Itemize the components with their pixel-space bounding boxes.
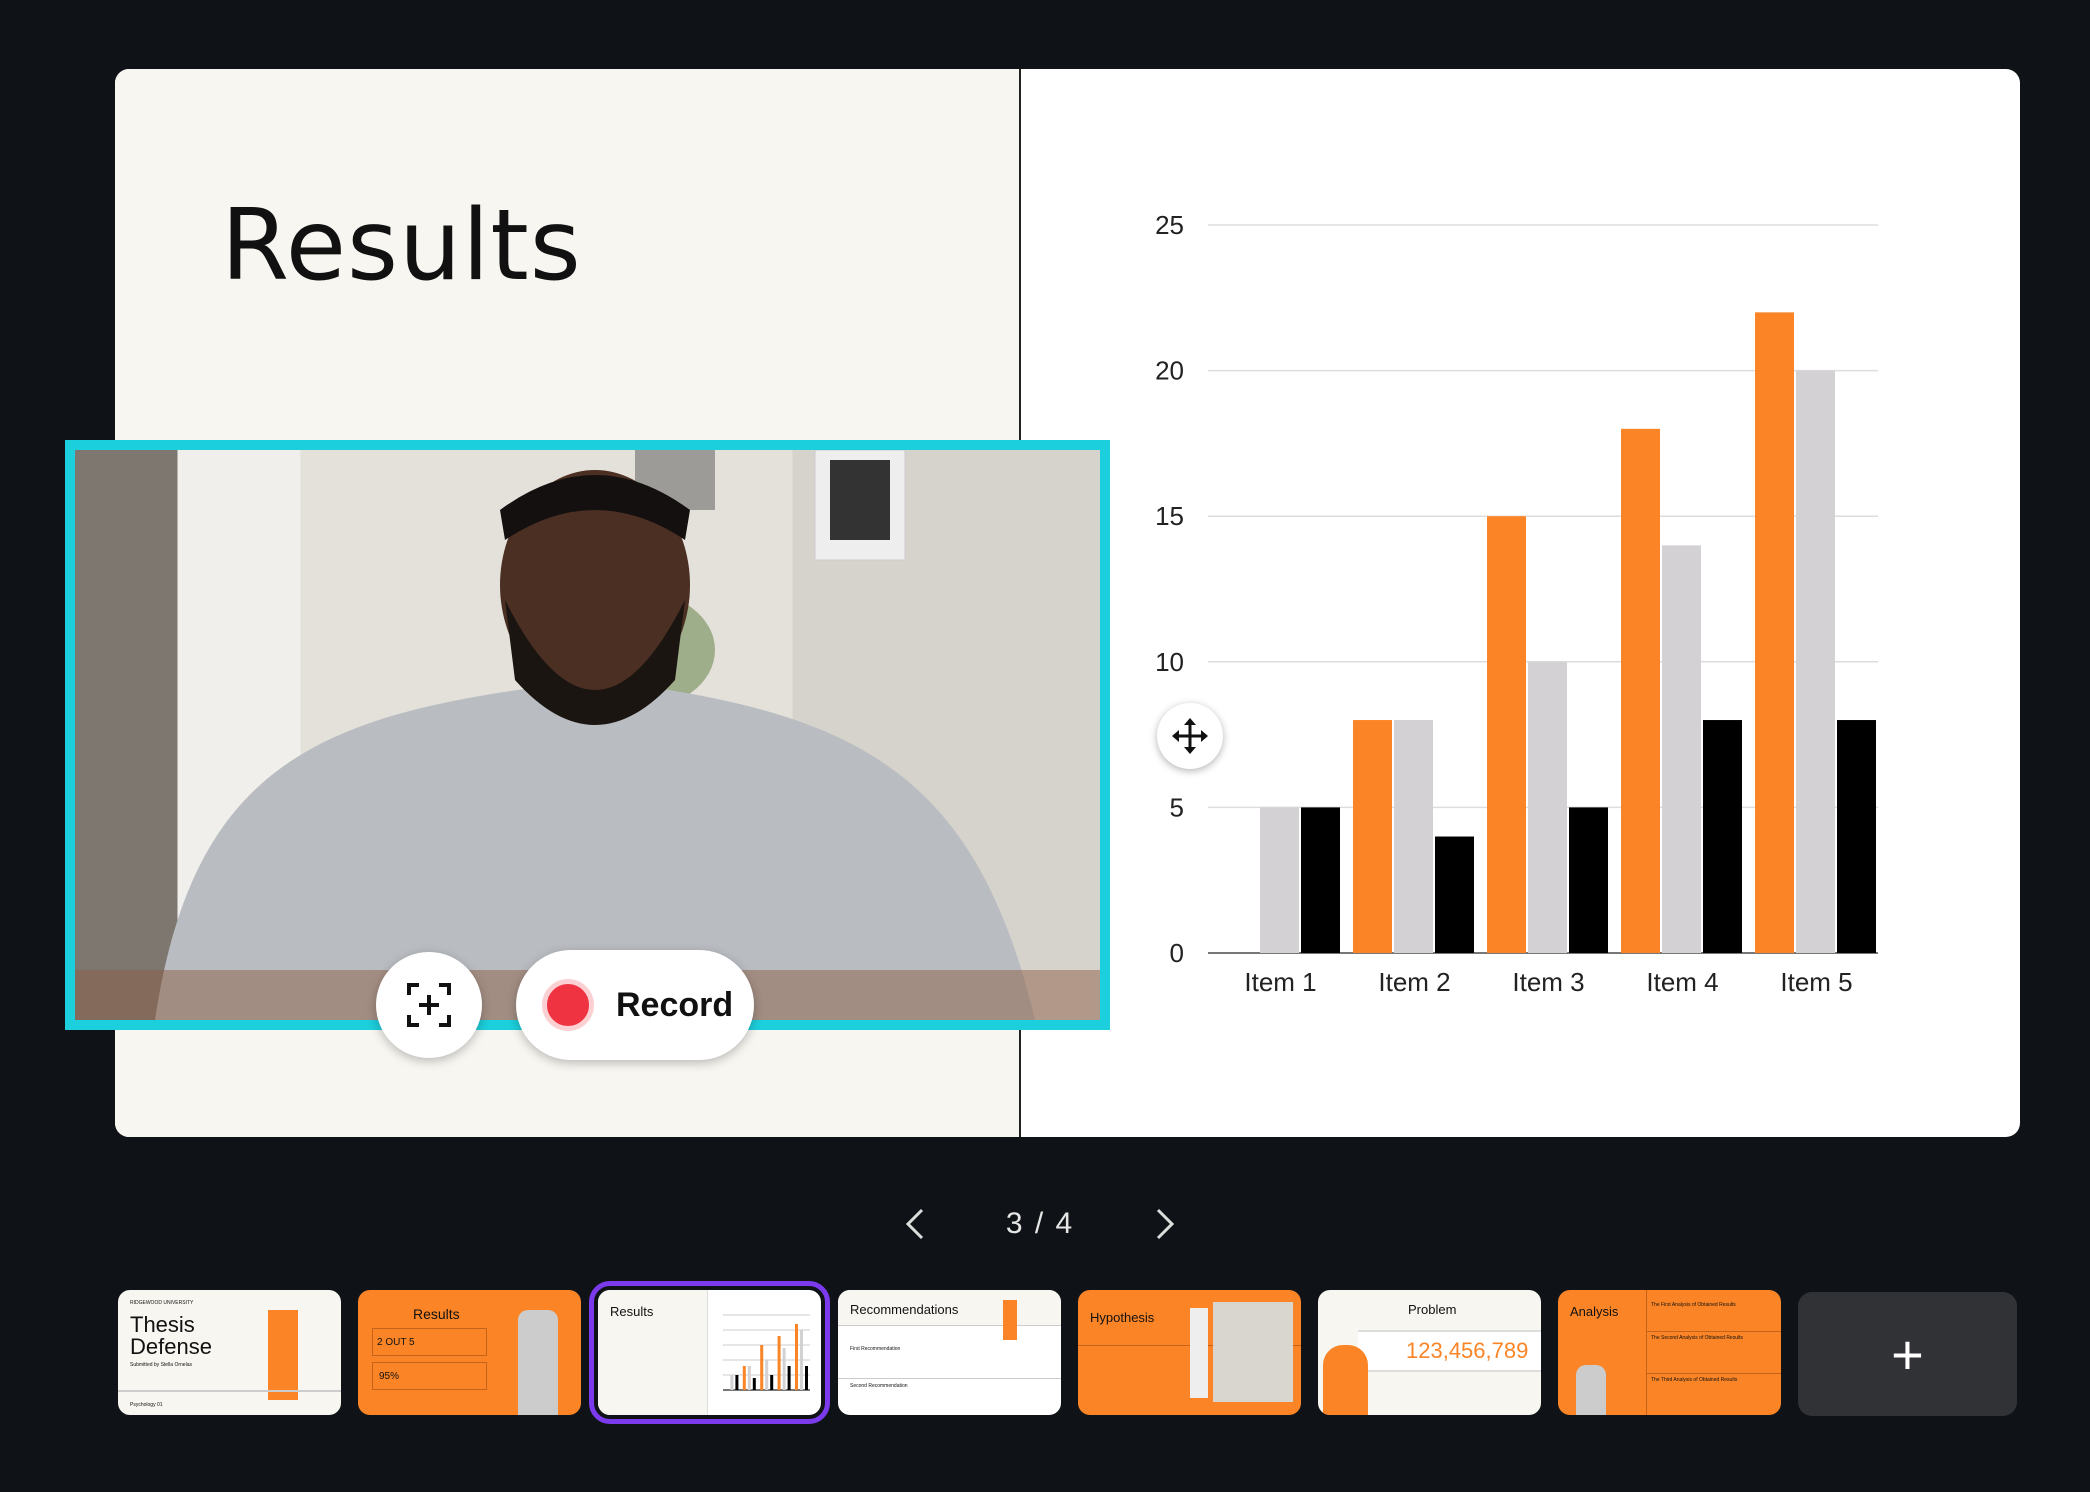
bar-item-3-series-3 <box>770 1375 774 1390</box>
thumb-title: Results <box>413 1306 460 1322</box>
thumb-illustration <box>1190 1308 1208 1398</box>
bar-item-2-series-1 <box>742 1366 746 1390</box>
bar-item-2-series-3 <box>752 1378 756 1390</box>
thumbnail-slide-5[interactable]: Hypothesis <box>1078 1290 1301 1415</box>
move-handle[interactable] <box>1157 703 1223 769</box>
thumb-text: Second Recommendation <box>850 1383 908 1389</box>
thumb-foot: Psychology 01 <box>130 1402 163 1408</box>
thumb-title: Recommendations <box>850 1302 959 1317</box>
thumb-number: 123,456,789 <box>1406 1338 1529 1363</box>
bar-item-5-series-3 <box>805 1366 808 1390</box>
bar-item-5-series-2 <box>800 1330 803 1390</box>
thumbnail-slide-4[interactable]: Recommendations First Recommendation Sec… <box>838 1290 1061 1415</box>
record-dot-icon <box>542 979 594 1031</box>
page-indicator: 3 / 4 <box>1005 1207 1075 1240</box>
thumb-text: The Second Analysis of Obtained Results <box>1651 1335 1743 1341</box>
thumb-text: The First Analysis of Obtained Results <box>1651 1302 1736 1308</box>
webcam-video-frame[interactable] <box>65 440 1110 1030</box>
thumb-title: Analysis <box>1570 1304 1619 1319</box>
thumbnail-slide-7[interactable]: Analysis The First Analysis of Obtained … <box>1558 1290 1781 1415</box>
next-slide-button[interactable] <box>1150 1204 1180 1244</box>
thumb-title: Thesis Defense <box>130 1312 212 1359</box>
thumb-illustration <box>268 1310 298 1400</box>
thumb-mini-chart <box>723 1314 810 1391</box>
bar-item-3-series-1 <box>760 1345 764 1390</box>
thumb-illustration <box>1576 1365 1606 1415</box>
plus-icon: + <box>1891 1322 1924 1386</box>
thumb-title: Hypothesis <box>1090 1310 1155 1325</box>
bar-item-4-series-1 <box>777 1336 781 1390</box>
bar-item-1-series-2 <box>730 1375 734 1390</box>
thumb-title: Results <box>610 1304 654 1319</box>
previous-slide-button[interactable] <box>900 1204 930 1244</box>
presenter-video <box>75 450 1100 1020</box>
thumb-text: First Recommendation <box>850 1346 901 1352</box>
thumb-title: Problem <box>1408 1302 1457 1317</box>
thumb-illustration <box>1323 1345 1368 1415</box>
bar-item-4-series-2 <box>782 1348 786 1390</box>
thumb-text: The Third Analysis of Obtained Results <box>1651 1377 1738 1383</box>
bar-item-5-series-1 <box>795 1324 798 1390</box>
thumb-photo <box>1213 1302 1293 1402</box>
record-button[interactable]: Record <box>516 950 754 1060</box>
add-slide-button[interactable]: + <box>1798 1292 2017 1416</box>
thumbnail-slide-2[interactable]: Results 2 OUT 5 95% <box>358 1290 581 1415</box>
screenshot-add-icon <box>407 983 451 1027</box>
record-label: Record <box>616 985 734 1024</box>
thumb-illustration <box>1003 1300 1017 1340</box>
bar-item-1-series-3 <box>735 1375 739 1390</box>
slide-title[interactable]: Results <box>221 189 582 303</box>
bar-item-3-series-2 <box>765 1360 769 1390</box>
thumb-illustration <box>518 1310 558 1415</box>
move-arrows-icon <box>1172 718 1208 754</box>
slide-pager: 3 / 4 <box>900 1196 1180 1252</box>
thumbnail-slide-6[interactable]: Problem 123,456,789 <box>1318 1290 1541 1415</box>
thumb-sub: Submitted by Stella Ornelas <box>130 1362 192 1368</box>
thumb-stat: 2 OUT 5 <box>372 1328 487 1356</box>
thumb-org: RIDGEWOOD UNIVERSITY <box>130 1300 194 1306</box>
bar-item-2-series-2 <box>747 1366 751 1390</box>
capture-frame-button[interactable] <box>376 952 482 1058</box>
bar-item-4-series-3 <box>787 1366 791 1390</box>
thumbnail-slide-3-selected[interactable]: Results <box>589 1281 830 1424</box>
thumbnail-slide-1[interactable]: RIDGEWOOD UNIVERSITY Thesis Defense Subm… <box>118 1290 341 1415</box>
thumb-stat: 95% <box>372 1362 487 1390</box>
